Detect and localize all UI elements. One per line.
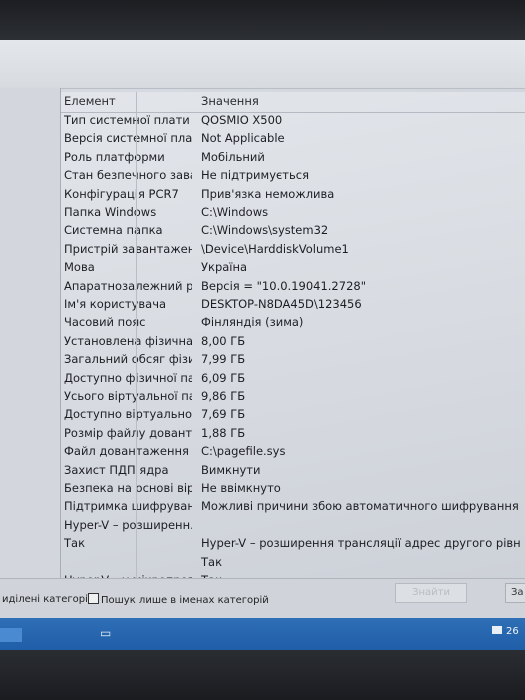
row-value-cell: 8,00 ГБ xyxy=(201,333,246,348)
column-header-item[interactable]: Елемент xyxy=(64,94,192,108)
table-row[interactable]: Папка Windows C:\Windows xyxy=(61,205,525,223)
table-row[interactable]: Файл довантаження C:\pagefile.sys xyxy=(61,444,525,462)
column-divider[interactable] xyxy=(136,92,137,578)
row-value-cell: 9,86 ГБ xyxy=(201,389,246,403)
close-find-button[interactable]: За xyxy=(505,583,525,603)
table-row[interactable]: Роль платформи Мобільний xyxy=(61,150,525,168)
clock[interactable]: 26 xyxy=(506,626,519,637)
table-row[interactable]: Підтримка шифруванн... Можливі причини зб… xyxy=(61,499,525,517)
row-item-cell: Тип системної плати xyxy=(64,113,190,127)
table-row[interactable]: Усього віртуальної па... 9,86 ГБ xyxy=(61,389,525,407)
row-item-cell: Усього віртуальної па... xyxy=(64,389,192,403)
row-value-cell: Вимкнути xyxy=(201,462,261,477)
row-value-cell: Фінляндія (зима) xyxy=(201,315,304,330)
row-item-cell: Установлена фізична ... xyxy=(64,333,192,348)
search-options-bar: Знайти За иділені категорії Пошук лише в… xyxy=(0,578,525,619)
row-item-cell: Загальний обсяг фізич... xyxy=(64,352,192,367)
network-icon[interactable] xyxy=(492,626,502,634)
row-value-cell: Прив'язка неможлива xyxy=(201,186,335,201)
category-tree-pane[interactable] xyxy=(0,88,61,578)
row-item-cell: Пристрій завантаження xyxy=(64,241,192,256)
start-icon[interactable] xyxy=(0,628,22,642)
row-value-cell: Україна xyxy=(201,260,248,275)
table-row[interactable]: Так xyxy=(61,555,525,573)
search-selected-category-option[interactable]: иділені категорії xyxy=(2,594,91,605)
table-row[interactable]: Системна папка C:\Windows\system32 xyxy=(61,223,525,241)
table-row[interactable]: Мова Україна xyxy=(61,260,525,278)
row-item-cell: Hyper-V – розширенн... xyxy=(64,517,192,532)
row-item-cell: Захист ПДП ядра xyxy=(64,462,169,477)
row-value-cell: DESKTOP-N8DA45D\123456 xyxy=(201,297,362,311)
row-value-cell: Не ввімкнуто xyxy=(201,481,281,495)
row-item-cell: Папка Windows xyxy=(64,205,157,219)
category-names-checkbox[interactable] xyxy=(88,593,99,604)
row-item-cell: Версія системної плати xyxy=(64,131,192,146)
row-item-cell: Доступно віртуальної ... xyxy=(64,407,192,422)
table-row[interactable]: Захист ПДП ядра Вимкнути xyxy=(61,463,525,481)
table-row[interactable]: Загальний обсяг фізич... 7,99 ГБ xyxy=(61,352,525,370)
table-row[interactable]: Hyper-V – розширенн... xyxy=(61,518,525,536)
table-row[interactable]: Тип системної плати QOSMIO X500 xyxy=(61,113,525,131)
system-information-window: Елемент Значення Тип системної плати QOSM… xyxy=(0,40,525,650)
row-value-cell: Так xyxy=(201,554,223,569)
row-item-cell: Ім'я користувача xyxy=(64,297,167,311)
row-item-cell: Стан безпечного зава... xyxy=(64,168,192,183)
table-row[interactable]: Так Hyper-V – розширення трансляції адрес… xyxy=(61,536,525,554)
row-item-cell: Підтримка шифруванн... xyxy=(64,499,192,514)
row-item-cell: Розмір файлу дованта... xyxy=(64,425,192,440)
taskbar: ▭ 26 xyxy=(0,618,525,650)
table-row[interactable]: Ім'я користувача DESKTOP-N8DA45D\123456 xyxy=(61,297,525,315)
row-item-cell: Часовий пояс xyxy=(64,315,146,330)
table-row[interactable]: Установлена фізична ... 8,00 ГБ xyxy=(61,334,525,352)
table-row[interactable]: Пристрій завантаження \Device\HarddiskVol… xyxy=(61,242,525,260)
column-header-value[interactable]: Значення xyxy=(201,94,521,108)
row-item-cell: Конфігурація PCR7 xyxy=(64,186,179,201)
monitor-bezel-bottom xyxy=(0,650,525,700)
row-item-cell: Апаратнозалежний рі... xyxy=(64,278,192,293)
table-row[interactable]: Апаратнозалежний рі... Версія = "10.0.190… xyxy=(61,279,525,297)
row-item-cell: Системна папка xyxy=(64,223,163,238)
row-value-cell: 7,99 ГБ xyxy=(201,352,246,367)
row-value-cell: Not Applicable xyxy=(201,131,285,146)
table-row[interactable]: Безпека на основі вірт... Не ввімкнуто xyxy=(61,481,525,499)
row-item-cell: Доступно фізичної па... xyxy=(64,370,192,385)
option-label: Пошук лише в іменах категорій xyxy=(101,595,269,606)
table-row[interactable]: Часовий пояс Фінляндія (зима) xyxy=(61,315,525,333)
row-item-cell: Роль платформи xyxy=(64,149,165,164)
table-row[interactable]: Доступно віртуальної ... 7,69 ГБ xyxy=(61,407,525,425)
row-value-cell: C:\Windows\system32 xyxy=(201,223,329,238)
system-summary-table: Елемент Значення Тип системної плати QOSM… xyxy=(61,92,525,605)
row-item-cell: Безпека на основі вірт... xyxy=(64,481,192,495)
row-value-cell: C:\Windows xyxy=(201,205,269,219)
table-row[interactable]: Доступно фізичної па... 6,09 ГБ xyxy=(61,371,525,389)
find-button[interactable]: Знайти xyxy=(395,583,467,603)
row-value-cell: 1,88 ГБ xyxy=(201,425,246,440)
row-value-cell: QOSMIO X500 xyxy=(201,113,283,127)
row-value-cell: Не підтримується xyxy=(201,168,310,183)
row-value-cell: Мобільний xyxy=(201,149,265,164)
system-tray[interactable]: 26 xyxy=(492,626,519,637)
row-value-cell: Можливі причини збою автоматичного шифру… xyxy=(201,499,521,514)
row-value-cell: 6,09 ГБ xyxy=(201,370,246,385)
row-value-cell: C:\pagefile.sys xyxy=(201,444,286,459)
monitor-bezel-top xyxy=(0,0,525,40)
option-label: иділені категорії xyxy=(2,594,91,605)
row-value-cell: Версія = "10.0.19041.2728" xyxy=(201,278,366,293)
table-row[interactable]: Версія системної плати Not Applicable xyxy=(61,131,525,149)
row-item-cell: Файл довантаження xyxy=(64,444,189,459)
row-item-cell: Мова xyxy=(64,260,95,275)
table-row[interactable]: Розмір файлу дованта... 1,88 ГБ xyxy=(61,426,525,444)
table-header: Елемент Значення xyxy=(61,94,525,113)
app-window-icon[interactable]: ▭ xyxy=(100,626,111,640)
row-item-cell: Так xyxy=(64,536,86,551)
table-row[interactable]: Конфігурація PCR7 Прив'язка неможлива xyxy=(61,187,525,205)
table-row[interactable]: Стан безпечного зава... Не підтримується xyxy=(61,168,525,186)
search-category-names-option[interactable]: Пошук лише в іменах категорій xyxy=(88,593,269,606)
row-value-cell: 7,69 ГБ xyxy=(201,407,246,422)
row-value-cell: Hyper-V – розширення трансляції адрес др… xyxy=(201,536,521,551)
window-header xyxy=(0,40,525,89)
row-value-cell: \Device\HarddiskVolume1 xyxy=(201,241,349,256)
